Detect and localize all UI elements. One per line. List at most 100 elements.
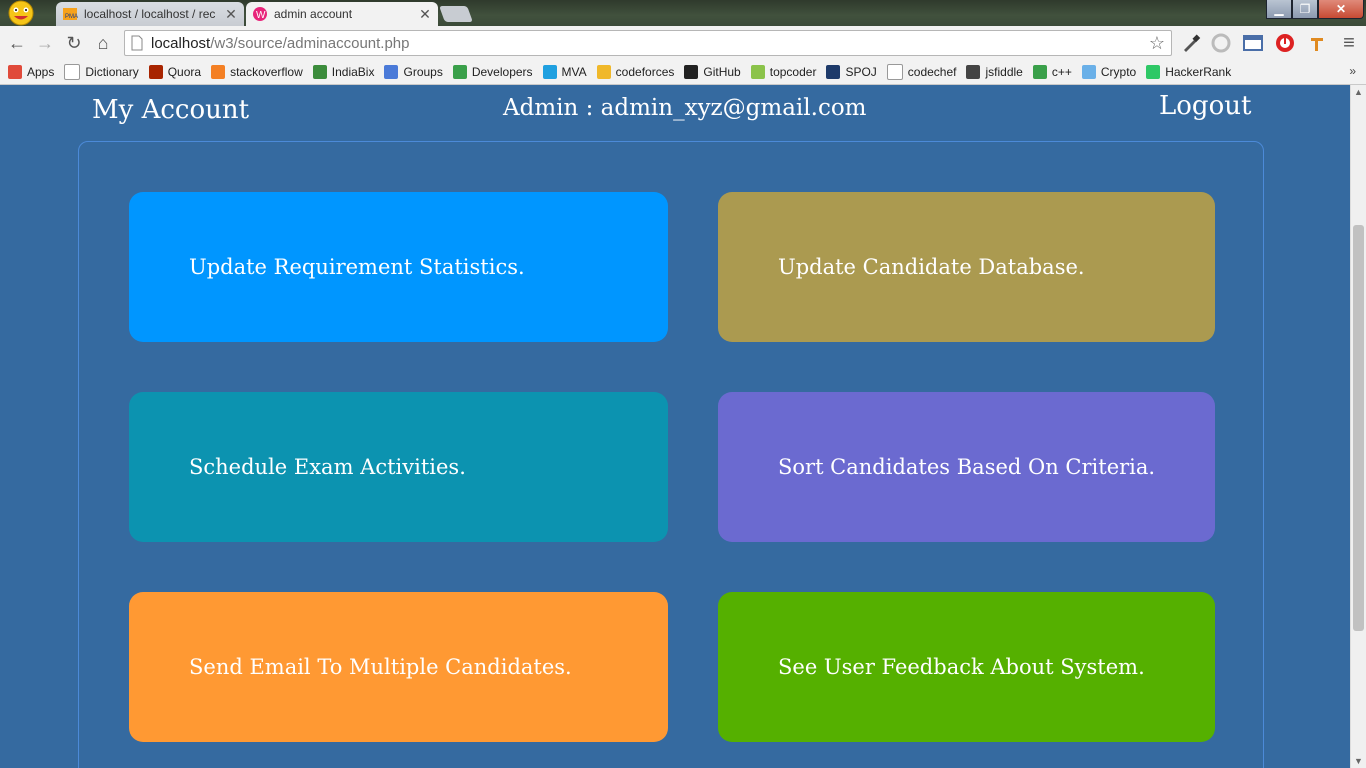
bookmark-label: HackerRank xyxy=(1165,65,1232,79)
address-path: /w3/source/adminaccount.php xyxy=(210,34,410,52)
jsfiddle-icon xyxy=(966,65,981,79)
sort-candidates-card[interactable]: Sort Candidates Based On Criteria. xyxy=(718,392,1215,542)
bookmark-label: Quora xyxy=(167,65,202,79)
user-avatar-icon[interactable] xyxy=(6,0,36,26)
scroll-down-icon[interactable]: ▼ xyxy=(1351,754,1366,768)
bookmark-label: IndiaBix xyxy=(331,65,375,79)
bookmarks-bar: Apps Dictionary Quora stackoverflow IndiaBix… xyxy=(0,60,1366,85)
window-controls: ▁ ❐ ✕ xyxy=(1266,0,1364,19)
address-bar[interactable]: localhost/w3/source/adminaccount.php ☆ xyxy=(124,30,1172,56)
update-requirement-statistics-card[interactable]: Update Requirement Statistics. xyxy=(129,192,668,342)
page-icon xyxy=(131,35,143,51)
svg-text:PMA: PMA xyxy=(65,14,78,20)
bookmark-label: Apps xyxy=(27,65,55,79)
back-arrow-icon[interactable]: ← xyxy=(6,32,28,54)
bookmark-label: codeforces xyxy=(615,65,675,79)
bookmark-jsfiddle[interactable]: jsfiddle xyxy=(966,65,1023,79)
pin-extension-icon[interactable] xyxy=(1306,32,1328,54)
bookmark-label: topcoder xyxy=(769,65,817,79)
scroll-up-icon[interactable]: ▲ xyxy=(1351,85,1366,99)
bookmark-crypto[interactable]: Crypto xyxy=(1081,65,1136,79)
page-icon xyxy=(64,64,81,80)
page-icon xyxy=(886,64,903,80)
tab-admin-account[interactable]: W admin account ✕ xyxy=(246,2,438,26)
window-extension-icon[interactable] xyxy=(1242,32,1264,54)
card-label: Update Requirement Statistics. xyxy=(189,255,525,279)
scrollbar-thumb[interactable] xyxy=(1353,225,1364,631)
developers-icon xyxy=(1032,65,1047,79)
bookmark-label: Developers xyxy=(471,65,533,79)
bookmark-apps[interactable]: Apps xyxy=(8,65,54,79)
bookmark-quora[interactable]: Quora xyxy=(148,65,202,79)
bookmark-topcoder[interactable]: topcoder xyxy=(750,65,817,79)
card-label: Send Email To Multiple Candidates. xyxy=(189,655,572,679)
card-label: See User Feedback About System. xyxy=(778,655,1145,679)
bookmark-label: jsfiddle xyxy=(985,65,1023,79)
minimize-icon[interactable]: ▁ xyxy=(1266,0,1292,19)
bookmark-hackerrank[interactable]: HackerRank xyxy=(1146,65,1231,79)
page-viewport: My Account Admin : admin_xyz@gmail.com L… xyxy=(0,85,1350,768)
schedule-exam-activities-card[interactable]: Schedule Exam Activities. xyxy=(129,392,668,542)
close-window-icon[interactable]: ✕ xyxy=(1318,0,1364,19)
indiabix-icon xyxy=(312,65,327,79)
send-email-card[interactable]: Send Email To Multiple Candidates. xyxy=(129,592,668,742)
vertical-scrollbar[interactable]: ▲ ▼ xyxy=(1350,85,1366,768)
bookmark-developers[interactable]: Developers xyxy=(452,65,533,79)
bookmark-dictionary[interactable]: Dictionary xyxy=(64,64,139,80)
circle-extension-icon[interactable] xyxy=(1210,32,1232,54)
close-tab-icon[interactable]: ✕ xyxy=(418,6,432,23)
menu-icon[interactable]: ≡ xyxy=(1338,32,1360,54)
page-title: My Account xyxy=(92,95,250,125)
maximize-icon[interactable]: ❐ xyxy=(1292,0,1318,19)
card-label: Schedule Exam Activities. xyxy=(189,455,466,479)
bookmark-indiabix[interactable]: IndiaBix xyxy=(312,65,375,79)
bookmark-mva[interactable]: MVA xyxy=(542,65,587,79)
phpmyadmin-icon: PMA xyxy=(63,8,78,20)
bookmark-stackoverflow[interactable]: stackoverflow xyxy=(211,65,303,79)
tab-phpmyadmin[interactable]: PMA localhost / localhost / rec ✕ xyxy=(56,2,244,26)
reload-icon[interactable]: ↻ xyxy=(63,32,85,54)
bookmark-spoj[interactable]: SPOJ xyxy=(826,65,877,79)
bookmark-label: GitHub xyxy=(703,65,741,79)
mva-icon xyxy=(542,65,557,79)
more-bookmarks-icon[interactable]: » xyxy=(1349,64,1356,78)
bookmark-label: Groups xyxy=(403,65,443,79)
codeforces-icon xyxy=(596,65,611,79)
tab-title: admin account xyxy=(274,7,353,21)
new-tab-button[interactable] xyxy=(439,6,473,22)
eyedropper-extension-icon[interactable] xyxy=(1180,32,1202,54)
bookmark-star-icon[interactable]: ☆ xyxy=(1149,33,1165,54)
bookmark-label: codechef xyxy=(907,65,957,79)
browser-titlebar: PMA localhost / localhost / rec ✕ W admi… xyxy=(0,0,1366,26)
update-candidate-database-card[interactable]: Update Candidate Database. xyxy=(718,192,1215,342)
bookmark-c-[interactable]: c++ xyxy=(1032,65,1072,79)
topcoder-icon xyxy=(750,65,765,79)
bookmark-github[interactable]: GitHub xyxy=(684,65,741,79)
quora-icon xyxy=(148,65,163,79)
spoj-icon xyxy=(826,65,841,79)
forward-arrow-icon[interactable]: → xyxy=(34,32,56,54)
logout-link[interactable]: Logout xyxy=(1159,91,1251,121)
site-favicon-icon: W xyxy=(253,7,267,21)
close-tab-icon[interactable]: ✕ xyxy=(224,6,238,23)
home-icon[interactable]: ⌂ xyxy=(92,32,114,54)
browser-toolbar: ← → ↻ ⌂ localhost/w3/source/adminaccount… xyxy=(0,26,1366,60)
crypto-icon xyxy=(1081,65,1096,79)
developers-icon xyxy=(452,65,467,79)
card-label: Sort Candidates Based On Criteria. xyxy=(778,455,1156,479)
stackoverflow-icon xyxy=(211,65,226,79)
apps-grid-icon xyxy=(8,65,22,79)
address-host: localhost xyxy=(151,34,211,52)
svg-text:W: W xyxy=(256,10,266,21)
bookmark-label: SPOJ xyxy=(845,65,877,79)
bookmark-groups[interactable]: Groups xyxy=(384,65,443,79)
bookmark-codechef[interactable]: codechef xyxy=(886,64,957,80)
bookmark-codeforces[interactable]: codeforces xyxy=(596,65,675,79)
hackerrank-icon xyxy=(1146,65,1161,79)
bookmark-label: Dictionary xyxy=(85,65,139,79)
user-feedback-card[interactable]: See User Feedback About System. xyxy=(718,592,1215,742)
adblock-icon[interactable] xyxy=(1274,32,1296,54)
github-icon xyxy=(684,65,699,79)
card-label: Update Candidate Database. xyxy=(778,255,1085,279)
bookmark-label: stackoverflow xyxy=(230,65,303,79)
